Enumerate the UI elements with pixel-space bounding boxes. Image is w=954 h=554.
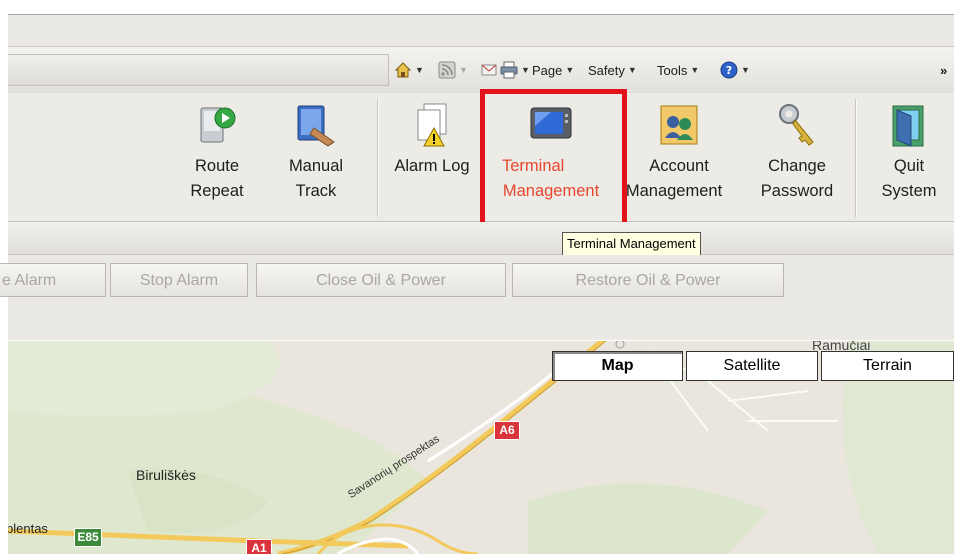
quit-system-label-line2: System (881, 182, 937, 200)
exit-door-icon (887, 102, 931, 148)
secondary-bar (8, 222, 954, 255)
route-repeat-label-line1: Route (194, 157, 240, 175)
chevron-down-icon: ▼ (565, 65, 575, 75)
page-menu[interactable]: Page ▼ (532, 58, 574, 82)
map-type-map-button[interactable]: Map (552, 351, 683, 381)
safety-menu-label: Safety (588, 62, 625, 78)
stop-alarm-button[interactable]: Stop Alarm (110, 263, 248, 297)
print-icon (500, 61, 518, 79)
terminal-management-tooltip: Terminal Management (562, 232, 701, 256)
account-management-label-line2: Management (625, 182, 723, 200)
map-type-satellite-button[interactable]: Satellite (686, 351, 818, 381)
close-oil-power-button[interactable]: Close Oil & Power (256, 263, 506, 297)
change-password-button[interactable]: Change Password (748, 98, 846, 218)
help-menu[interactable]: ? ▼ (720, 58, 750, 82)
top-strip (0, 0, 954, 14)
chevron-down-icon: ▼ (690, 65, 700, 75)
mail-icon (480, 61, 498, 79)
feed-icon (438, 61, 456, 79)
change-password-label-line2: Password (760, 182, 834, 200)
chevron-down-icon: ▼ (521, 65, 530, 75)
account-management-button[interactable]: Account Management (620, 98, 738, 218)
road-shield-e85: E85 (74, 528, 102, 547)
page-menu-label: Page (532, 62, 563, 78)
ribbon-separator (377, 99, 379, 217)
alarm-log-button[interactable]: Alarm Log (386, 98, 478, 218)
route-repeat-button[interactable]: Route Repeat (172, 98, 262, 218)
map-type-terrain-button[interactable]: Terrain (821, 351, 954, 381)
tools-menu[interactable]: Tools ▼ (657, 58, 699, 82)
map-label-plentas: plentas (8, 521, 48, 536)
restore-oil-power-button[interactable]: Restore Oil & Power (512, 263, 784, 297)
feeds-button[interactable]: ▼ (438, 58, 468, 82)
chevron-down-icon: ▼ (741, 65, 750, 75)
manual-track-button[interactable]: Manual Track (276, 98, 356, 218)
road-shield-a6: A6 (494, 421, 520, 440)
toolbar-overflow-icon[interactable]: » (940, 58, 947, 82)
account-management-label-line1: Account (649, 157, 709, 175)
release-alarm-button[interactable]: e Alarm (0, 263, 106, 297)
address-area[interactable] (8, 54, 389, 86)
help-icon: ? (720, 61, 738, 79)
browser-tab-bar (8, 14, 954, 47)
chevron-down-icon: ▼ (627, 65, 637, 75)
print-button[interactable]: ▼ (500, 58, 530, 82)
manual-track-label-line1: Manual (288, 157, 344, 175)
quit-system-label-line1: Quit (893, 157, 925, 175)
alarm-log-label: Alarm Log (394, 157, 470, 175)
highlight-box (480, 89, 627, 227)
route-repeat-label-line2: Repeat (190, 182, 244, 200)
chevron-down-icon: ▼ (415, 65, 424, 75)
chevron-down-icon: ▼ (459, 65, 468, 75)
route-repeat-icon (195, 102, 239, 148)
manual-track-icon (294, 102, 338, 148)
home-icon (394, 61, 412, 79)
alarm-log-icon (410, 102, 454, 148)
safety-menu[interactable]: Safety ▼ (588, 58, 637, 82)
home-button[interactable]: ▼ (394, 58, 424, 82)
quit-system-button[interactable]: Quit System (866, 98, 952, 218)
svg-text:?: ? (726, 64, 732, 77)
road-shield-a1: A1 (246, 539, 272, 554)
tools-menu-label: Tools (657, 62, 688, 78)
mail-button[interactable] (480, 58, 498, 82)
account-management-icon (657, 102, 701, 148)
key-icon (775, 102, 819, 148)
ribbon-separator (855, 99, 857, 217)
change-password-label-line1: Change (768, 157, 826, 175)
map-label-biruliskes: Biruliškės (136, 467, 196, 483)
manual-track-label-line2: Track (295, 182, 337, 200)
